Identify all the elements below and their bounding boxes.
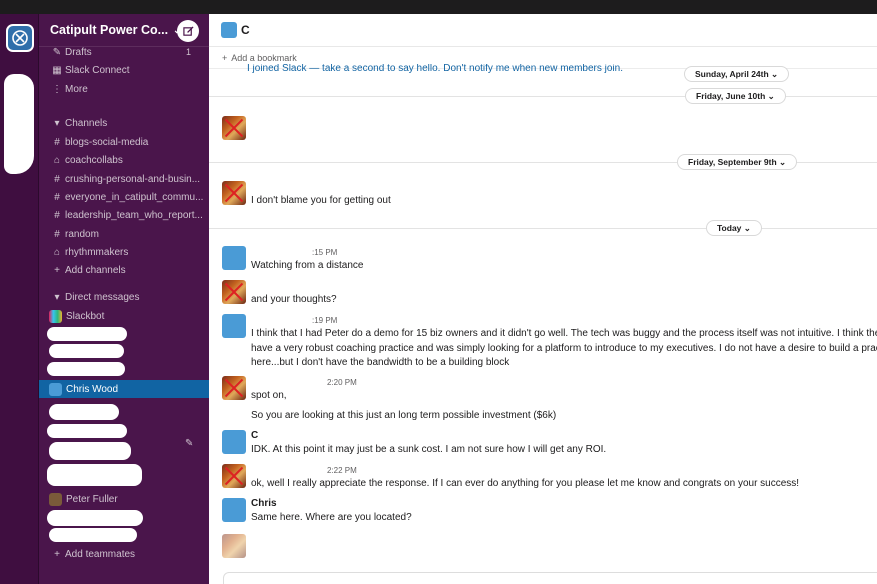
avatar[interactable] <box>222 430 246 454</box>
message-time: 2:20 PM <box>327 378 357 387</box>
hash-icon: # <box>54 209 60 221</box>
redaction <box>49 442 131 460</box>
redaction <box>47 362 125 376</box>
compose-icon <box>182 25 194 36</box>
redaction <box>47 327 127 341</box>
pencil-icon: ✎ <box>52 46 62 58</box>
message-text: ok, well I really appreciate the respons… <box>251 478 800 489</box>
main-pane: C + Add a bookmark I joined Slack — take… <box>209 14 877 584</box>
redaction-mark <box>222 280 246 304</box>
lock-icon: ⌂ <box>53 154 61 166</box>
building-icon: ▦ <box>52 64 62 76</box>
message-text: Same here. Where are you located? <box>251 512 412 523</box>
title-bar <box>0 0 877 14</box>
message-text: here...but I don't have the bandwidth to… <box>251 357 510 368</box>
edit-icon[interactable]: ✎ <box>185 438 193 449</box>
sidebar-dm-active[interactable]: Chris Wood <box>39 380 209 398</box>
day-divider: Friday, June 10th ⌄ <box>209 88 877 104</box>
hash-icon: # <box>54 136 60 148</box>
message-text: I don't blame you for getting out <box>251 195 391 206</box>
message-time: :19 PM <box>312 316 338 325</box>
workspace-rail <box>0 14 39 584</box>
avatar[interactable] <box>222 246 246 270</box>
sidebar: Catipult Power Co... ⌄ ✎ Drafts 1 ▦ Slac… <box>39 14 209 584</box>
message-text: Watching from a distance <box>251 260 364 271</box>
more-icon: ⋮ <box>52 83 62 95</box>
day-pill[interactable]: Friday, September 9th ⌄ <box>677 154 798 170</box>
day-divider: Friday, September 9th ⌄ <box>209 154 877 170</box>
sidebar-channel[interactable]: # everyone_in_catipult_commu... <box>39 188 209 206</box>
avatar[interactable] <box>222 534 246 558</box>
avatar <box>221 22 237 38</box>
sidebar-item-more[interactable]: ⋮ More <box>39 80 209 98</box>
slack-app: Catipult Power Co... ⌄ ✎ Drafts 1 ▦ Slac… <box>0 0 877 584</box>
message-text: IDK. At this point it may just be a sunk… <box>251 444 607 455</box>
sidebar-channel[interactable]: ⌂ rhythmmakers <box>39 243 209 261</box>
channel-title[interactable]: C <box>241 23 250 37</box>
sidebar-dm[interactable]: Slackbot <box>39 307 209 325</box>
sender-name[interactable]: C <box>251 430 258 441</box>
redaction <box>47 510 143 526</box>
message-text: have a very robust coaching practice and… <box>251 343 877 354</box>
sidebar-item-slack-connect[interactable]: ▦ Slack Connect <box>39 61 209 79</box>
sidebar-dm[interactable]: Peter Fuller <box>39 490 209 508</box>
redaction <box>49 404 119 420</box>
redaction-mark <box>222 116 246 140</box>
avatar[interactable] <box>222 498 246 522</box>
day-divider: Today ⌄ <box>209 220 877 236</box>
message-text: spot on, <box>251 390 287 401</box>
lock-icon: ⌂ <box>53 246 61 258</box>
avatar <box>49 492 62 506</box>
redaction-mark <box>222 464 246 488</box>
compose-button[interactable] <box>177 20 199 42</box>
message-text: So you are looking at this just an long … <box>251 410 557 421</box>
sidebar-channel[interactable]: # random <box>39 225 209 243</box>
sidebar-channel[interactable]: # leadership_team_who_report... <box>39 206 209 224</box>
message-text: I think that I had Peter do a demo for 1… <box>251 328 877 339</box>
redaction <box>49 344 124 358</box>
day-pill[interactable]: Sunday, April 24th ⌄ <box>684 66 790 82</box>
redaction <box>47 464 142 486</box>
add-channels-button[interactable]: + Add channels <box>39 261 209 279</box>
redaction-mark <box>222 376 246 400</box>
message-time: 2:22 PM <box>327 466 357 475</box>
redaction-mark <box>222 181 246 205</box>
sidebar-channel[interactable]: # blogs-social-media <box>39 133 209 151</box>
slackbot-avatar <box>49 309 62 323</box>
add-teammates-button[interactable]: + Add teammates <box>39 545 209 563</box>
day-divider: Sunday, April 24th ⌄ <box>209 66 877 82</box>
plus-icon: + <box>54 548 60 560</box>
workspace-icon[interactable] <box>6 24 34 52</box>
avatar <box>49 382 62 396</box>
caret-down-icon: ▾ <box>54 291 60 303</box>
sidebar-item-drafts[interactable]: ✎ Drafts 1 <box>39 43 209 61</box>
plus-icon: + <box>54 264 60 276</box>
caret-down-icon: ▾ <box>54 117 60 129</box>
hash-icon: # <box>54 173 60 185</box>
day-pill[interactable]: Today ⌄ <box>706 220 762 236</box>
redaction <box>49 528 137 542</box>
sidebar-channel[interactable]: ⌂ coachcollabs <box>39 151 209 169</box>
channel-header: C <box>209 14 877 47</box>
channels-section-header[interactable]: ▾ Channels <box>39 114 209 132</box>
sender-name[interactable]: Chris <box>251 498 277 509</box>
hash-icon: # <box>54 228 60 240</box>
message-time: :15 PM <box>312 248 338 257</box>
redaction <box>47 424 127 438</box>
message-composer[interactable] <box>223 572 877 584</box>
day-pill[interactable]: Friday, June 10th ⌄ <box>685 88 786 104</box>
redaction <box>4 74 34 174</box>
dm-section-header[interactable]: ▾ Direct messages <box>39 288 209 306</box>
sidebar-channel[interactable]: # crushing-personal-and-busin... <box>39 170 209 188</box>
drafts-count: 1 <box>185 47 191 57</box>
message-text: and your thoughts? <box>251 294 337 305</box>
plus-icon: + <box>222 52 228 63</box>
workspace-name: Catipult Power Co... <box>50 23 169 37</box>
avatar[interactable] <box>222 314 246 338</box>
hash-icon: # <box>54 191 60 203</box>
